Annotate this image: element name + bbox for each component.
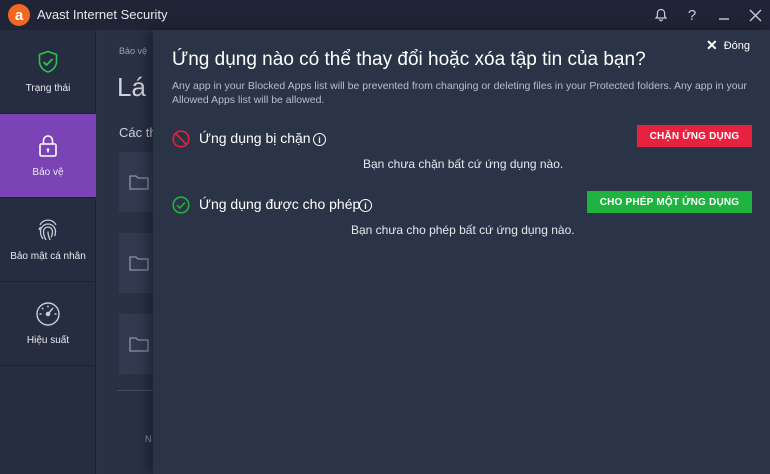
allowed-empty-message: Bạn chưa cho phép bất cứ ứng dụng nào. <box>351 223 575 237</box>
shield-check-icon <box>35 49 61 75</box>
folder-icon <box>129 256 149 271</box>
blocked-icon <box>172 130 190 148</box>
title-bar: a Avast Internet Security ? <box>0 0 770 30</box>
minimize-icon[interactable] <box>709 0 739 30</box>
fingerprint-icon <box>35 217 61 243</box>
folder-icon <box>129 337 149 352</box>
help-icon[interactable]: ? <box>677 0 707 30</box>
app-control-panel: ✕ Đóng Ứng dụng nào có thể thay đổi hoặc… <box>153 30 770 474</box>
close-icon: ✕ <box>705 37 718 53</box>
sidebar-item-privacy[interactable]: Bảo mật cá nhân <box>0 198 96 282</box>
info-icon[interactable]: i <box>313 133 326 146</box>
breadcrumb: Bảo vệ <box>119 46 148 56</box>
sidebar-item-performance[interactable]: Hiệu suất <box>0 282 96 366</box>
close-label: Đóng <box>723 39 750 52</box>
lock-icon <box>35 133 61 159</box>
avast-logo-icon: a <box>8 4 30 26</box>
sidebar: Trạng thái Bảo vệ Bảo mật cá nhân Hiệu s… <box>0 30 96 474</box>
sidebar-item-label: Trạng thái <box>25 83 71 94</box>
sidebar-item-label: Hiệu suất <box>26 335 70 346</box>
blocked-empty-message: Bạn chưa chặn bất cứ ứng dụng nào. <box>363 157 564 171</box>
sidebar-item-protection[interactable]: Bảo vệ <box>0 114 96 198</box>
block-app-button[interactable]: CHẶN ỨNG DỤNG <box>637 125 752 147</box>
sidebar-item-label: Bảo mật cá nhân <box>10 251 86 262</box>
blocked-apps-label: Ứng dụng bị chặn <box>199 130 311 146</box>
sidebar-item-label: Bảo vệ <box>32 167 64 178</box>
app-title: Avast Internet Security <box>37 7 168 22</box>
info-icon[interactable]: i <box>359 199 372 212</box>
allow-app-button[interactable]: CHO PHÉP MỘT ỨNG DỤNG <box>587 191 752 213</box>
allowed-apps-label: Ứng dụng được cho phép <box>199 196 361 212</box>
divider <box>117 390 157 391</box>
close-panel-button[interactable]: ✕ Đóng <box>706 37 750 54</box>
close-window-icon[interactable] <box>740 0 770 30</box>
panel-description: Any app in your Blocked Apps list will b… <box>172 80 747 106</box>
bell-icon[interactable] <box>646 0 676 30</box>
footer-text: N <box>145 434 152 444</box>
section-heading: Các th <box>119 125 157 140</box>
panel-title: Ứng dụng nào có thể thay đổi hoặc xóa tậ… <box>172 49 646 70</box>
speedometer-icon <box>35 301 61 327</box>
sidebar-item-status[interactable]: Trạng thái <box>0 30 96 114</box>
allowed-icon <box>172 196 190 214</box>
folder-icon <box>129 175 149 190</box>
